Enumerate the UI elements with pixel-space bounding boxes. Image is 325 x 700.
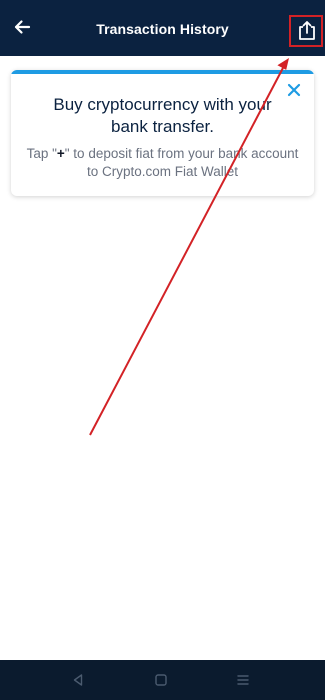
app-header: Transaction History: [0, 0, 325, 56]
system-navigation-bar: [0, 660, 325, 700]
page-title: Transaction History: [96, 21, 229, 37]
arrow-left-icon: [14, 20, 31, 34]
nav-back-button[interactable]: [67, 670, 89, 690]
banner-body-prefix: Tap ": [26, 146, 57, 161]
annotation-arrow-head: [277, 58, 289, 70]
nav-recents-button[interactable]: [232, 670, 254, 690]
menu-lines-icon: [237, 675, 249, 685]
home-square-icon: [155, 674, 167, 686]
export-button[interactable]: [291, 16, 323, 46]
banner-body: Tap "+" to deposit fiat from your bank a…: [25, 145, 300, 181]
plus-symbol: +: [56, 146, 65, 161]
banner-heading: Buy cryptocurrency with your bank transf…: [53, 95, 272, 136]
banner-body-suffix: " to deposit fiat from your bank account…: [64, 146, 299, 179]
share-export-icon: [299, 21, 315, 40]
back-button[interactable]: [8, 13, 36, 41]
back-triangle-icon: [73, 674, 83, 686]
deposit-banner-card: Buy cryptocurrency with your bank transf…: [11, 70, 314, 196]
banner-accent-bar: [11, 70, 314, 74]
nav-home-button[interactable]: [150, 670, 172, 690]
